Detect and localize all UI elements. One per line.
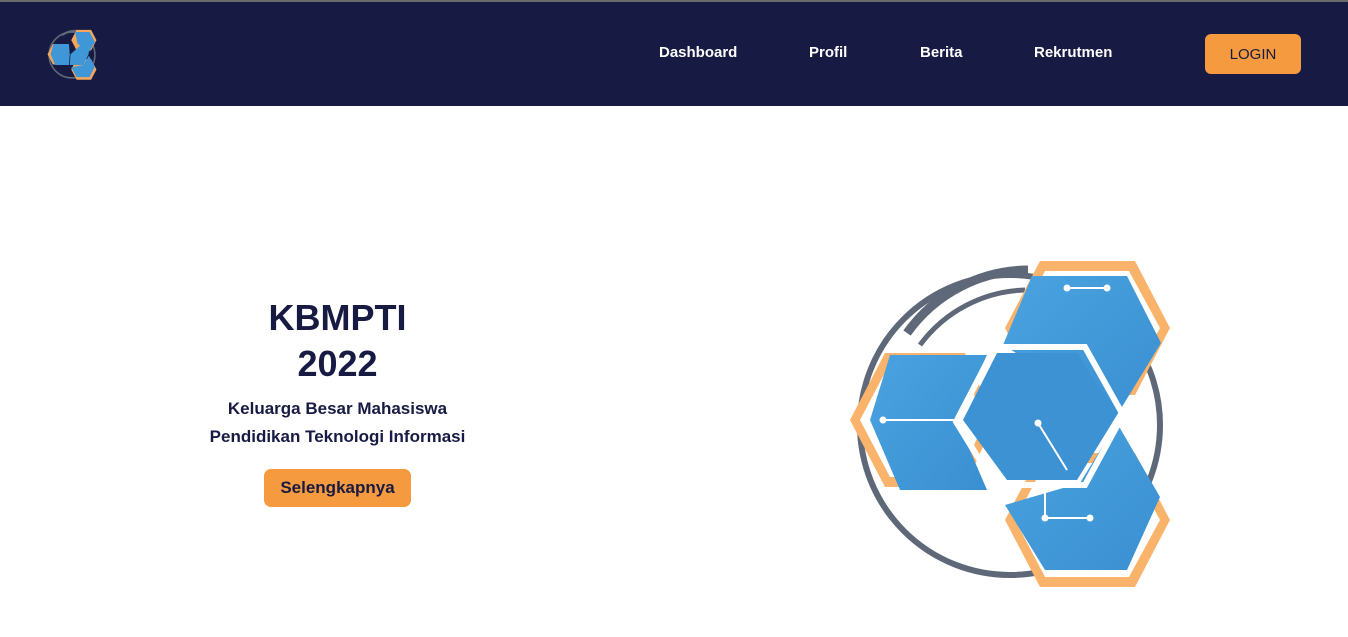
hero-section: KBMPTI 2022 Keluarga Besar Mahasiswa Pen…	[150, 295, 525, 507]
nav-profil[interactable]: Profil	[809, 44, 847, 61]
hero-subtitle-line1: Keluarga Besar Mahasiswa	[227, 399, 448, 418]
hero-subtitle: Keluarga Besar Mahasiswa Pendidikan Tekn…	[150, 395, 525, 451]
kbmpti-logo-icon[interactable]	[46, 29, 98, 81]
hero-title-line2: 2022	[297, 343, 378, 384]
nav-berita[interactable]: Berita	[920, 44, 963, 61]
nav-dashboard[interactable]: Dashboard	[659, 44, 737, 61]
login-button[interactable]: LOGIN	[1205, 34, 1301, 74]
kbmpti-emblem	[850, 261, 1170, 587]
nav-rekrutmen[interactable]: Rekrutmen	[1034, 44, 1112, 61]
hero-title-line1: KBMPTI	[268, 297, 407, 338]
navbar: Dashboard Profil Berita Rekrutmen LOGIN	[0, 2, 1348, 106]
selengkapnya-button[interactable]: Selengkapnya	[264, 469, 411, 507]
hero-subtitle-line2: Pendidikan Teknologi Informasi	[209, 427, 466, 446]
